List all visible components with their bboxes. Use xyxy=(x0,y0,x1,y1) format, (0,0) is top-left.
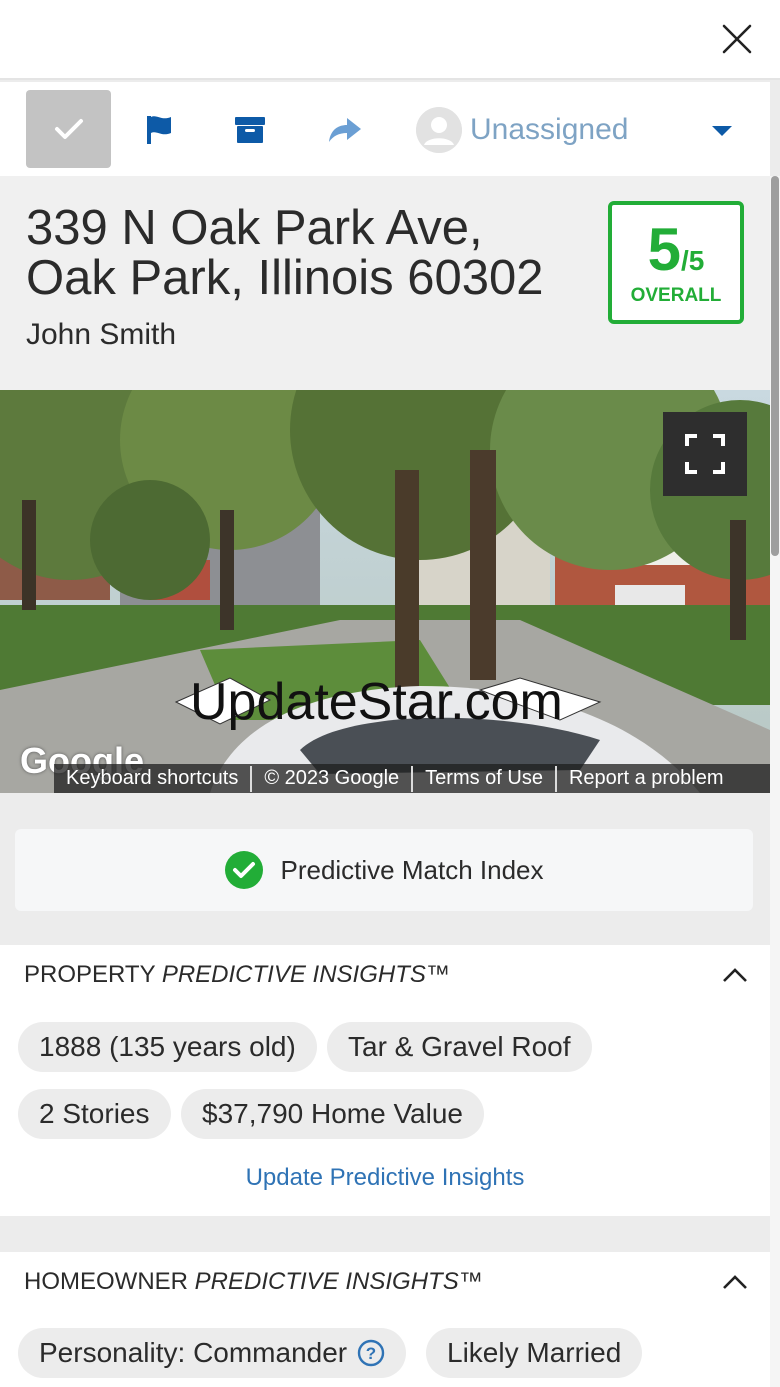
owner-name: John Smith xyxy=(26,318,177,351)
assignee-label: Unassigned xyxy=(470,113,629,146)
update-predictive-insights-link[interactable]: Update Predictive Insights xyxy=(0,1164,770,1192)
insight-chip-marital-status: Likely Married xyxy=(426,1328,643,1378)
address-line-1: 339 N Oak Park Ave, xyxy=(26,201,483,255)
homeowner-insights-section: HOMEOWNER PREDICTIVE INSIGHTS™ Personali… xyxy=(0,1252,770,1387)
property-header: 339 N Oak Park Ave, Oak Park, Illinois 6… xyxy=(0,176,770,390)
collapse-homeowner-insights[interactable] xyxy=(722,1274,748,1290)
score-value: 5/5 xyxy=(612,215,740,284)
copyright-text: © 2023 Google xyxy=(264,767,400,789)
report-problem-link[interactable]: Report a problem xyxy=(557,767,736,790)
fullscreen-icon xyxy=(685,434,725,474)
flag-icon xyxy=(147,116,171,144)
personality-label: Personality: Commander xyxy=(39,1337,348,1368)
map-attribution-bar: Keyboard shortcuts © 2023 Google Terms o… xyxy=(54,764,770,793)
insight-chip-stories: 2 Stories xyxy=(18,1089,171,1139)
chevron-up-icon xyxy=(723,1275,747,1289)
watermark: UpdateStar.com xyxy=(190,673,563,731)
property-insights-title[interactable]: PROPERTY PREDICTIVE INSIGHTS™ xyxy=(24,961,450,989)
caret-down-icon xyxy=(712,126,732,136)
svg-text:?: ? xyxy=(366,1344,376,1363)
score-label: OVERALL xyxy=(630,285,722,306)
predictive-match-index[interactable]: Predictive Match Index xyxy=(15,829,753,911)
user-icon xyxy=(416,107,462,153)
assignee-selector[interactable]: Unassigned xyxy=(416,106,628,154)
forward-icon xyxy=(329,118,361,142)
match-index-label: Predictive Match Index xyxy=(280,854,544,885)
chevron-up-icon xyxy=(723,968,747,982)
insight-chip-year-built: 1888 (135 years old) xyxy=(18,1022,317,1072)
forward-button[interactable] xyxy=(325,110,365,150)
insight-chip-roof: Tar & Gravel Roof xyxy=(327,1022,592,1072)
archive-button[interactable] xyxy=(230,110,270,150)
check-circle-icon xyxy=(225,851,264,889)
assignee-dropdown-toggle[interactable] xyxy=(710,124,734,138)
street-view-image[interactable]: UpdateStar.com Google Keyboard shortcuts… xyxy=(0,390,770,793)
property-insights-title-plain: PROPERTY xyxy=(24,961,162,988)
address-line-2: Oak Park, Illinois 60302 xyxy=(26,251,544,305)
mark-complete-button[interactable] xyxy=(26,90,111,168)
homeowner-insights-title[interactable]: HOMEOWNER PREDICTIVE INSIGHTS™ xyxy=(24,1268,483,1296)
close-icon xyxy=(722,24,752,54)
homeowner-insights-title-plain: HOMEOWNER xyxy=(24,1268,195,1295)
score-denominator: /5 xyxy=(681,245,705,276)
flag-button[interactable] xyxy=(140,110,180,150)
check-icon xyxy=(54,119,83,139)
insight-chip-home-value: $37,790 Home Value xyxy=(181,1089,484,1139)
property-insights-section: PROPERTY PREDICTIVE INSIGHTS™ 1888 (135 … xyxy=(0,945,770,1216)
score-number: 5 xyxy=(647,216,681,283)
property-insights-title-italic: PREDICTIVE INSIGHTS™ xyxy=(161,961,450,988)
insight-chip-personality: Personality: Commander ? xyxy=(18,1328,407,1378)
fullscreen-button[interactable] xyxy=(663,412,747,496)
scrollbar-thumb[interactable] xyxy=(771,176,779,556)
action-toolbar: Unassigned xyxy=(0,82,770,176)
homeowner-insights-title-italic: PREDICTIVE INSIGHTS™ xyxy=(194,1268,483,1295)
street-view-scene xyxy=(0,390,770,793)
terms-of-use-link[interactable]: Terms of Use xyxy=(413,767,555,790)
keyboard-shortcuts-link[interactable]: Keyboard shortcuts xyxy=(54,767,250,790)
close-button[interactable] xyxy=(720,22,754,56)
archive-icon xyxy=(235,117,265,143)
avatar xyxy=(416,107,462,153)
help-icon[interactable]: ? xyxy=(357,1339,385,1367)
overall-score-badge: 5/5 OVERALL xyxy=(608,201,744,324)
lead-detail-panel: Unassigned 339 N Oak Park Ave, Oak Park,… xyxy=(0,0,780,1387)
collapse-property-insights[interactable] xyxy=(722,967,748,983)
top-bar xyxy=(0,0,780,80)
